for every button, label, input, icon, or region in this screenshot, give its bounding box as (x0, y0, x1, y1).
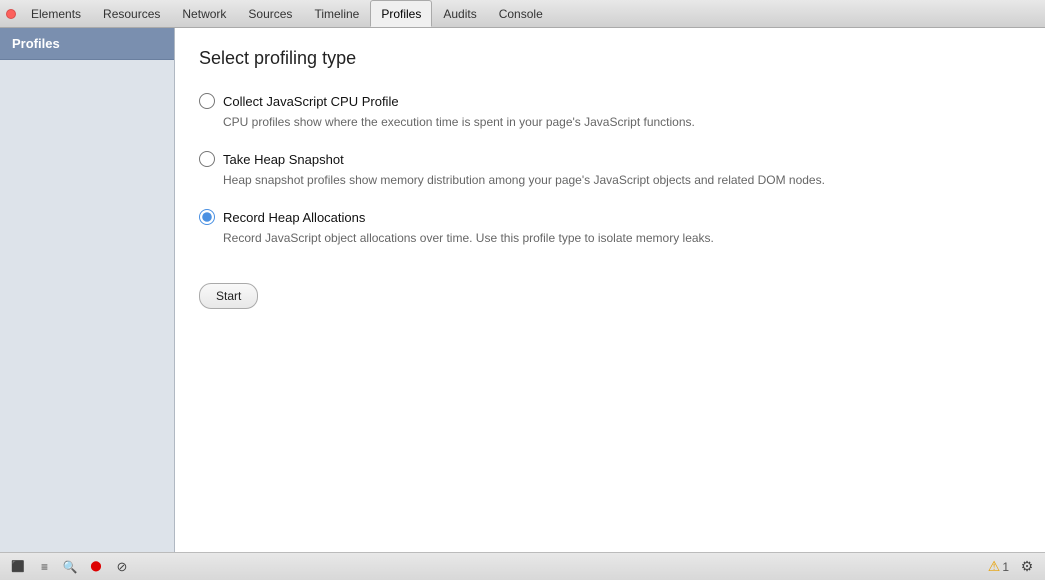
main-layout: Profiles Select profiling type Collect J… (0, 28, 1045, 552)
search-button[interactable]: 🔍 (58, 557, 82, 577)
sidebar-content (0, 60, 174, 552)
sidebar-header: Profiles (0, 28, 174, 60)
tab-bar: Elements Resources Network Sources Timel… (0, 0, 1045, 28)
window-controls (2, 9, 20, 19)
warning-badge: ⚠ 1 (988, 558, 1009, 575)
record-icon: ⬤ (90, 561, 101, 572)
sidebar: Profiles (0, 28, 175, 552)
bottom-toolbar: ⬛ ≡ 🔍 ⬤ ⊘ ⚠ 1 ⚙ (0, 552, 1045, 580)
clear-icon: ⊘ (117, 559, 128, 575)
close-button[interactable] (6, 9, 16, 19)
settings-button[interactable]: ⚙ (1015, 557, 1039, 577)
warning-count: 1 (1002, 560, 1009, 574)
start-button[interactable]: Start (199, 283, 258, 309)
option-heap-snapshot-label[interactable]: Take Heap Snapshot (223, 152, 344, 167)
option-heap-alloc: Record Heap Allocations Record JavaScrip… (199, 209, 1021, 247)
option-heap-snapshot: Take Heap Snapshot Heap snapshot profile… (199, 151, 1021, 189)
option-heap-snapshot-row: Take Heap Snapshot (199, 151, 1021, 167)
tab-sources[interactable]: Sources (237, 0, 303, 27)
record-button[interactable]: ⬤ (84, 557, 108, 577)
tab-console[interactable]: Console (488, 0, 554, 27)
option-heap-alloc-label[interactable]: Record Heap Allocations (223, 210, 365, 225)
option-cpu-row: Collect JavaScript CPU Profile (199, 93, 1021, 109)
option-cpu-label[interactable]: Collect JavaScript CPU Profile (223, 94, 399, 109)
tab-resources[interactable]: Resources (92, 0, 171, 27)
radio-heap-alloc[interactable] (199, 209, 215, 225)
tab-timeline[interactable]: Timeline (303, 0, 370, 27)
option-cpu-desc: CPU profiles show where the execution ti… (223, 113, 1021, 131)
option-heap-alloc-row: Record Heap Allocations (199, 209, 1021, 225)
clear-button[interactable]: ⊘ (110, 557, 134, 577)
dock-button[interactable]: ⬛ (6, 557, 30, 577)
radio-cpu[interactable] (199, 93, 215, 109)
tab-elements[interactable]: Elements (20, 0, 92, 27)
page-title: Select profiling type (199, 48, 1021, 69)
option-heap-alloc-desc: Record JavaScript object allocations ove… (223, 229, 1021, 247)
multiline-icon: ≡ (41, 560, 47, 574)
content-area: Select profiling type Collect JavaScript… (175, 28, 1045, 552)
tab-audits[interactable]: Audits (432, 0, 487, 27)
option-heap-snapshot-desc: Heap snapshot profiles show memory distr… (223, 171, 1021, 189)
option-cpu: Collect JavaScript CPU Profile CPU profi… (199, 93, 1021, 131)
search-icon: 🔍 (63, 560, 78, 574)
dock-icon: ⬛ (11, 560, 25, 573)
warning-icon: ⚠ (988, 558, 1001, 575)
multiline-button[interactable]: ≡ (32, 557, 56, 577)
tab-profiles[interactable]: Profiles (370, 0, 432, 27)
gear-icon: ⚙ (1021, 558, 1034, 575)
radio-heap-snapshot[interactable] (199, 151, 215, 167)
tab-network[interactable]: Network (171, 0, 237, 27)
